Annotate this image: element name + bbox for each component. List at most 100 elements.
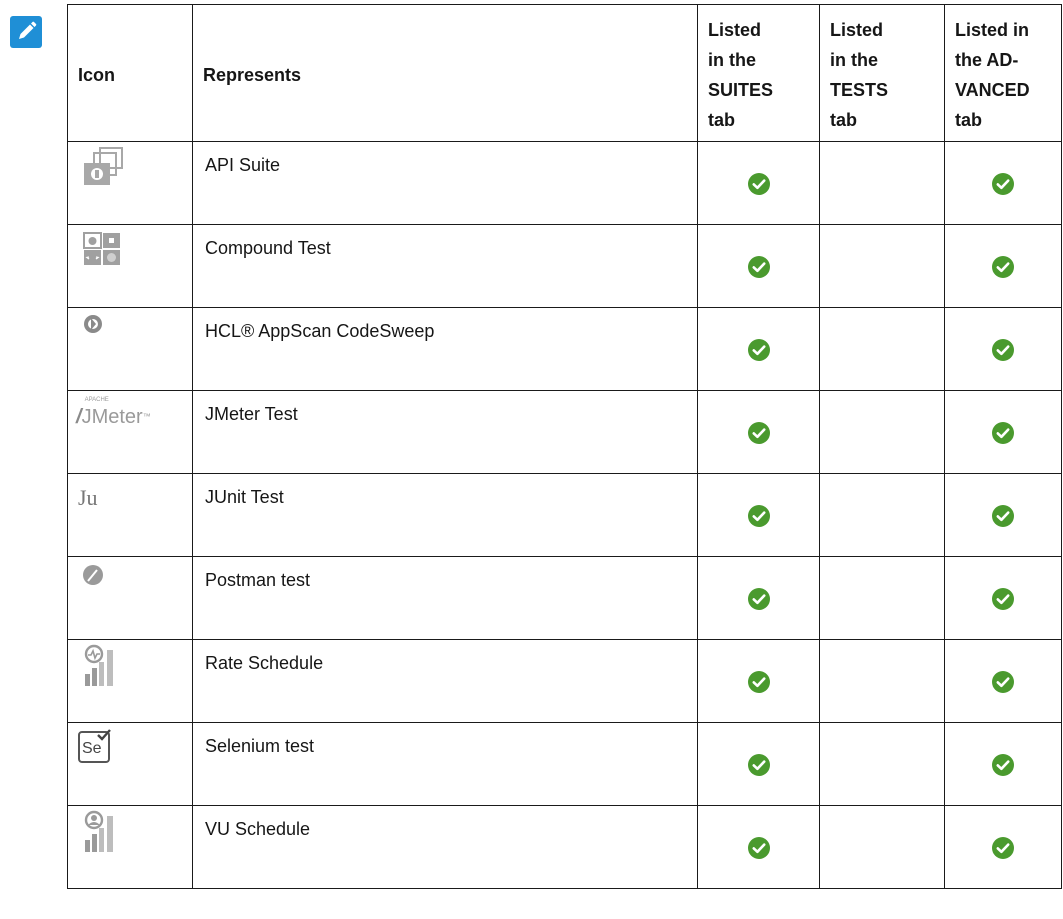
suites-cell	[697, 141, 820, 225]
tests-cell	[819, 805, 945, 889]
icon-cell	[67, 307, 193, 391]
check-circle-icon	[747, 338, 771, 362]
tests-cell	[819, 556, 945, 640]
advanced-cell	[944, 224, 1062, 308]
advanced-cell	[944, 390, 1062, 474]
table-row: HCL® AppScan CodeSweep	[67, 307, 1062, 391]
codesweep-icon	[84, 315, 102, 333]
check-circle-icon	[747, 172, 771, 196]
header-tests-line: tab	[830, 110, 857, 130]
advanced-cell	[944, 556, 1062, 640]
icon-cell: Ju	[67, 473, 193, 557]
check-circle-icon	[991, 255, 1015, 279]
table-row: Ju JUnit Test	[67, 473, 1062, 557]
header-tests-line: in the	[830, 50, 878, 70]
tests-cell	[819, 224, 945, 308]
table-row: VU Schedule	[67, 805, 1062, 889]
represents-cell: Selenium test	[192, 722, 698, 806]
check-circle-icon	[747, 753, 771, 777]
header-tests: Listed in the TESTS tab	[819, 4, 945, 142]
advanced-cell	[944, 141, 1062, 225]
check-circle-icon	[747, 504, 771, 528]
check-circle-icon	[747, 670, 771, 694]
jmeter-apache-label: APACHE	[84, 397, 109, 403]
table-row: Compound Test	[67, 224, 1062, 308]
suites-cell	[697, 556, 820, 640]
suites-cell	[697, 473, 820, 557]
represents-cell: VU Schedule	[192, 805, 698, 889]
header-suites-line: Listed	[708, 20, 762, 40]
represents-cell: JUnit Test	[192, 473, 698, 557]
check-circle-icon	[747, 587, 771, 611]
check-circle-icon	[991, 836, 1015, 860]
header-suites-line: SUITES	[708, 80, 774, 100]
tests-cell	[819, 639, 945, 723]
header-tests-line: TESTS	[830, 80, 889, 100]
icon-cell: / APACHE JMeter™	[67, 390, 193, 474]
check-circle-icon	[747, 255, 771, 279]
suites-cell	[697, 224, 820, 308]
check-circle-icon	[991, 753, 1015, 777]
table-row: Se Selenium test	[67, 722, 1062, 806]
icon-cell: Se	[67, 722, 193, 806]
represents-cell: JMeter Test	[192, 390, 698, 474]
header-advanced-line: VANCED	[955, 80, 1030, 100]
icon-cell	[67, 556, 193, 640]
check-circle-icon	[991, 587, 1015, 611]
represents-cell: Rate Schedule	[192, 639, 698, 723]
suites-cell	[697, 722, 820, 806]
table-header-row: Icon Represents Listed in the SUITES tab…	[67, 4, 1062, 142]
table-row: Postman test	[67, 556, 1062, 640]
header-icon: Icon	[67, 4, 193, 142]
tests-cell	[819, 390, 945, 474]
table-row: / APACHE JMeter™ JMeter Test	[67, 390, 1062, 474]
check-circle-icon	[991, 338, 1015, 362]
suites-cell	[697, 307, 820, 391]
suites-cell	[697, 390, 820, 474]
vu-schedule-icon	[84, 810, 113, 852]
represents-cell: HCL® AppScan CodeSweep	[192, 307, 698, 391]
table-row: Rate Schedule	[67, 639, 1062, 723]
check-circle-icon	[991, 421, 1015, 445]
check-circle-icon	[991, 670, 1015, 694]
check-circle-icon	[747, 421, 771, 445]
represents-cell: API Suite	[192, 141, 698, 225]
note-pencil-icon	[10, 16, 42, 48]
advanced-cell	[944, 722, 1062, 806]
check-circle-icon	[991, 504, 1015, 528]
junit-icon: Ju	[78, 485, 98, 510]
header-tests-line: Listed	[830, 20, 884, 40]
tests-cell	[819, 722, 945, 806]
table-row: API Suite	[67, 141, 1062, 225]
suites-cell	[697, 639, 820, 723]
header-advanced: Listed in the AD- VANCED tab	[944, 4, 1062, 142]
represents-cell: Postman test	[192, 556, 698, 640]
advanced-cell	[944, 473, 1062, 557]
jmeter-label: JMeter	[81, 406, 143, 428]
advanced-cell	[944, 805, 1062, 889]
advanced-cell	[944, 307, 1062, 391]
tests-cell	[819, 307, 945, 391]
header-advanced-line: tab	[955, 110, 982, 130]
header-advanced-line: the AD-	[955, 50, 1019, 70]
rate-schedule-icon	[84, 644, 113, 686]
postman-icon	[83, 565, 103, 585]
tests-cell	[819, 473, 945, 557]
compound-test-icon	[83, 232, 120, 265]
header-represents: Represents	[192, 4, 698, 142]
header-suites-line: tab	[708, 110, 735, 130]
header-suites-line: in the	[708, 50, 756, 70]
selenium-icon-label: Se	[82, 740, 102, 757]
icon-cell	[67, 639, 193, 723]
selenium-icon: Se	[78, 729, 111, 763]
advanced-cell	[944, 639, 1062, 723]
suites-cell	[697, 805, 820, 889]
icon-cell	[67, 224, 193, 308]
api-suite-icon	[84, 147, 123, 185]
icon-reference-table: Icon Represents Listed in the SUITES tab…	[67, 4, 1062, 889]
check-circle-icon	[747, 836, 771, 860]
header-advanced-line: Listed in	[955, 20, 1030, 40]
check-circle-icon	[991, 172, 1015, 196]
icon-cell	[67, 141, 193, 225]
header-suites: Listed in the SUITES tab	[697, 4, 820, 142]
